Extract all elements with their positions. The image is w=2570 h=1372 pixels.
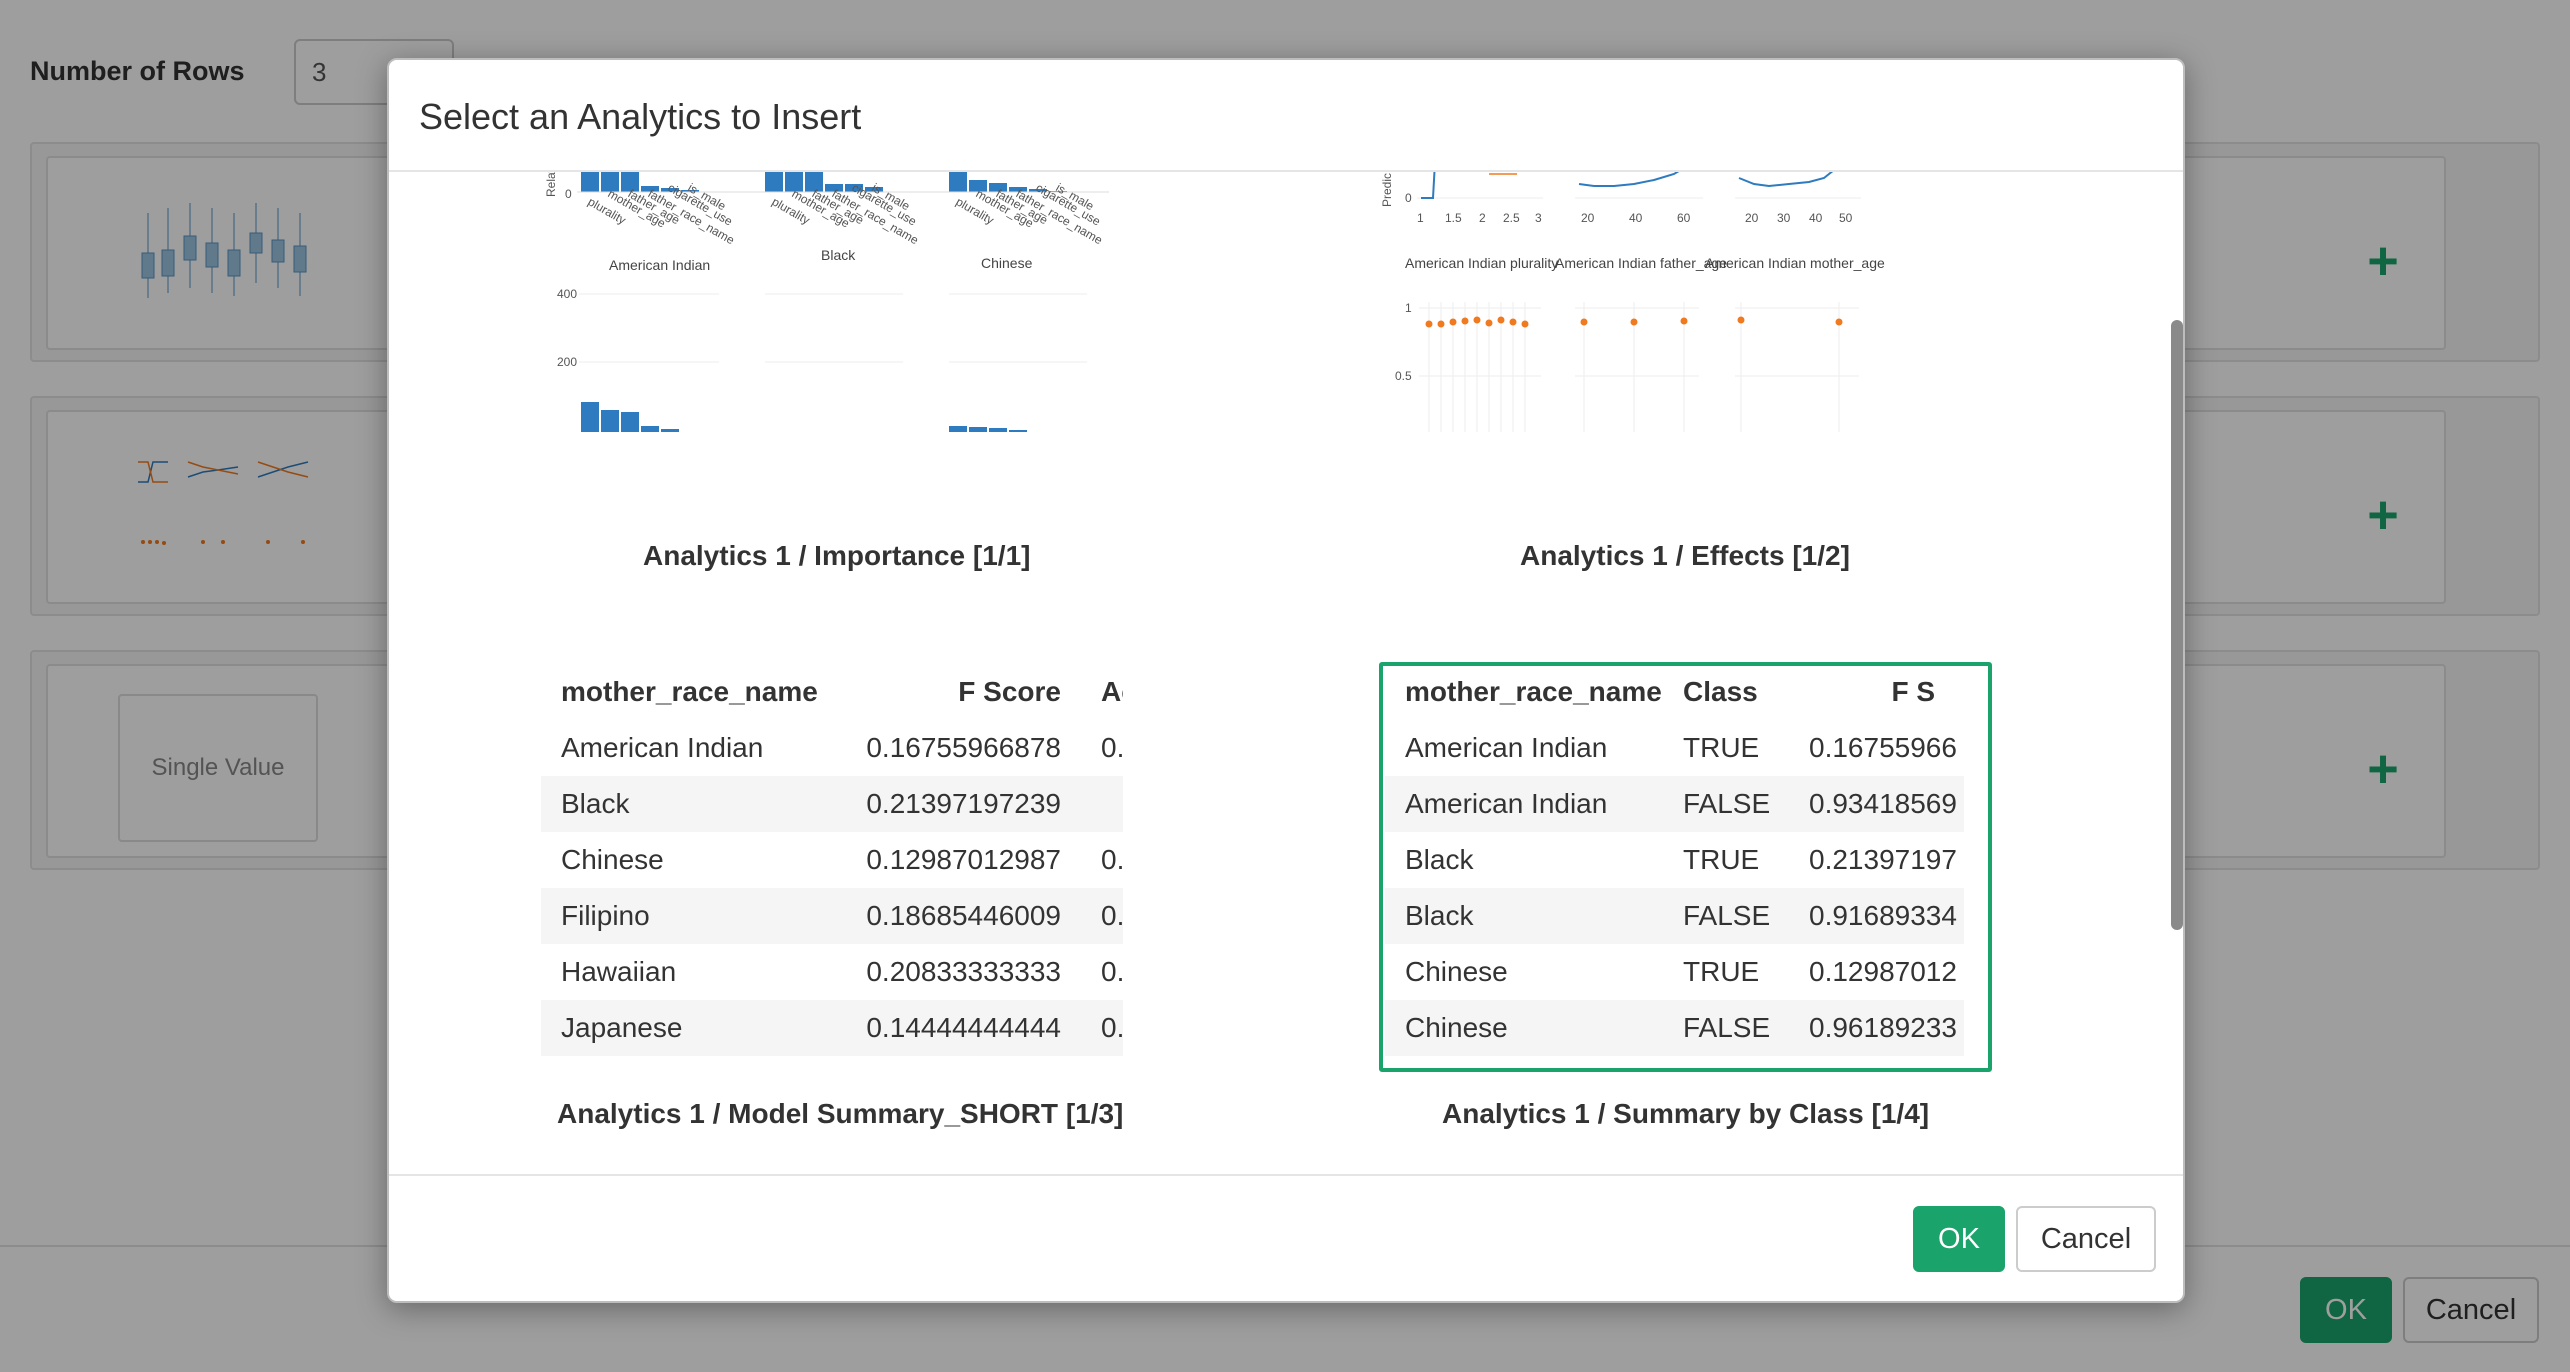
table-row: American Indian TRUE 0.16755966 [1405, 732, 1957, 763]
x-tick: 20 [1581, 211, 1595, 225]
importance-y-tick-0: 0 [565, 187, 572, 201]
effect-point [1521, 320, 1529, 328]
modal-header: Select an Analytics to Insert [389, 60, 2183, 172]
x-tick: 3 [1535, 211, 1542, 225]
table-row: Black TRUE 0.21397197 [1405, 844, 1957, 875]
table-row: Black FALSE 0.91689334 [1385, 888, 1964, 944]
modal-ok-button[interactable]: OK [1913, 1206, 2005, 1272]
effects-y-tick-0.5: 0.5 [1395, 369, 1412, 383]
table-row: American Indian FALSE 0.93418569 [1385, 776, 1964, 832]
table-row: Filipino 0.18685446009 0. [541, 888, 1123, 944]
item-label-effects: Analytics 1 / Effects [1/2] [1520, 540, 1850, 571]
importance-chart: Relati 0 plurality mother_age father_age… [544, 172, 1109, 432]
table-row: Black 0.21397197239 [541, 776, 1123, 832]
importance-y-label: Relati [544, 172, 558, 197]
effect-point [1425, 320, 1433, 328]
x-tick: 40 [1629, 211, 1643, 225]
x-tick: 50 [1839, 211, 1853, 225]
panel-label-black: Black [821, 247, 856, 263]
bar [661, 429, 679, 432]
bar [641, 426, 659, 432]
x-tick: 1.5 [1445, 211, 1462, 225]
importance-y-tick-200: 200 [557, 355, 577, 369]
table-row: Japanese 0.14444444444 0. [541, 1000, 1123, 1056]
x-tick: 2.5 [1503, 211, 1520, 225]
modal-scrollbar[interactable] [2171, 320, 2183, 930]
x-tick: 30 [1777, 211, 1791, 225]
modal-body: Relati 0 plurality mother_age father_age… [389, 172, 2183, 1230]
analytics-item-summary-by-class[interactable]: mother_race_name Class F S American Indi… [1385, 664, 1964, 1056]
item-label-summary-by-class: Analytics 1 / Summary by Class [1/4] [1442, 1098, 1930, 1129]
item-label-model-summary: Analytics 1 / Model Summary_SHORT [1/3] [557, 1098, 1124, 1129]
effects-panel-label-plurality: American Indian plurality [1405, 255, 1558, 271]
header-cell: mother_race_name [1405, 676, 1662, 707]
modal-footer: OK Cancel [389, 1174, 2183, 1301]
effect-point [1485, 319, 1493, 327]
insert-analytics-modal: Select an Analytics to Insert Relati 0 p… [387, 58, 2185, 1303]
effect-point [1461, 317, 1469, 325]
effects-line-father-age [1578, 172, 1680, 187]
importance-y-tick-400: 400 [557, 287, 577, 301]
x-tick: 2 [1479, 211, 1486, 225]
effect-point [1737, 316, 1745, 324]
bar [1009, 430, 1027, 432]
table-row: Hawaiian 0.20833333333 0. [561, 956, 1123, 987]
x-tick: 1 [1417, 211, 1424, 225]
x-tick: 60 [1677, 211, 1691, 225]
effects-line-plurality [1421, 172, 1436, 199]
effect-point [1497, 316, 1505, 324]
bar [989, 428, 1007, 432]
table-row: Chinese 0.12987012987 0. [561, 844, 1123, 875]
table-header-row: mother_race_name Class F S [1385, 664, 1964, 720]
x-tick: 20 [1745, 211, 1759, 225]
bar [581, 402, 599, 432]
effects-y-tick-0: 0 [1405, 191, 1412, 205]
bar [765, 172, 783, 192]
effect-point [1630, 318, 1638, 326]
modal-title: Select an Analytics to Insert [419, 96, 862, 137]
analytics-item-importance[interactable]: Relati 0 plurality mother_age father_age… [529, 172, 1129, 562]
table-header-row: mother_race_name F Score Ac [541, 664, 1123, 720]
bar [949, 426, 967, 432]
table-row: American Indian 0.16755966878 0. [561, 732, 1123, 763]
table-row: Chinese TRUE 0.12987012 [1405, 956, 1957, 987]
bar [621, 412, 639, 432]
effect-point [1509, 318, 1517, 326]
effects-line-mother-age [1738, 172, 1834, 188]
panel-label-chinese: Chinese [981, 255, 1033, 271]
effects-panel-label-father-age: American Indian father_age [1555, 255, 1727, 271]
bar [581, 172, 599, 192]
bar [601, 410, 619, 432]
modal-cancel-button[interactable]: Cancel [2016, 1206, 2156, 1272]
effect-point [1473, 316, 1481, 324]
analytics-item-model-summary[interactable]: mother_race_name F Score Ac American Ind… [541, 664, 1123, 1056]
analytics-item-effects[interactable]: Predic 0 1 1.5 2 2.5 3 20 40 60 20 30 40… [1369, 172, 1929, 562]
bar [949, 172, 967, 192]
header-cell: F Score [958, 676, 1061, 707]
effects-chart: Predic 0 1 1.5 2 2.5 3 20 40 60 20 30 40… [1380, 172, 1885, 432]
effect-point [1835, 318, 1843, 326]
x-tick: 40 [1809, 211, 1823, 225]
effects-y-label: Predic [1380, 173, 1394, 207]
header-cell: F S [1891, 676, 1935, 707]
panel-label-american-indian: American Indian [609, 257, 710, 273]
effect-point [1449, 318, 1457, 326]
item-label-importance: Analytics 1 / Importance [1/1] [643, 540, 1031, 571]
effect-point [1437, 320, 1445, 328]
effects-panel-label-mother-age: American Indian mother_age [1705, 255, 1885, 271]
effect-point [1680, 317, 1688, 325]
effects-y-tick-1: 1 [1405, 301, 1412, 315]
effect-point [1580, 318, 1588, 326]
header-cell: Ac [1101, 676, 1123, 707]
table-row: Chinese FALSE 0.96189233 [1385, 1000, 1964, 1056]
header-cell: Class [1683, 676, 1758, 707]
header-cell: mother_race_name [561, 676, 818, 707]
bar [969, 427, 987, 432]
